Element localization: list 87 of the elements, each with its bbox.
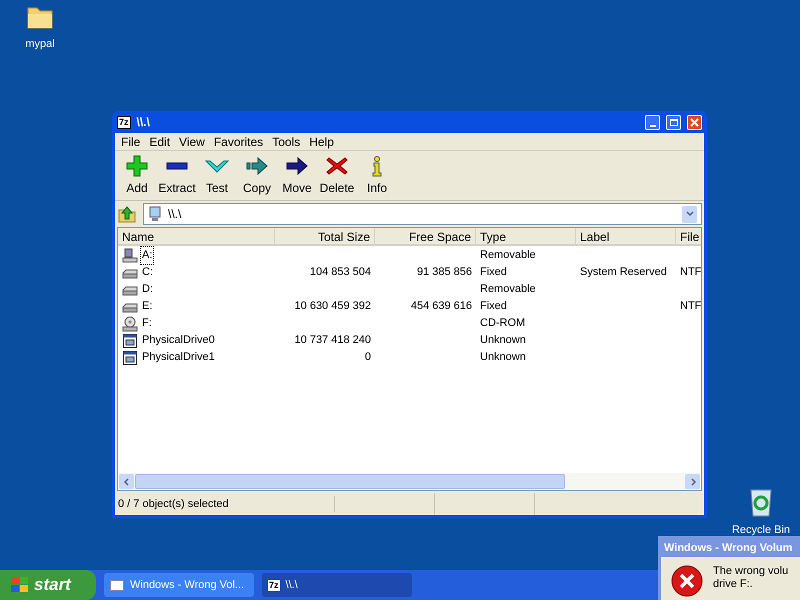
window-icon — [110, 580, 124, 590]
address-field[interactable]: \\.\ — [143, 203, 702, 225]
table-row[interactable]: C: 104 853 504 91 385 856 Fixed System Reserved NTF — [118, 264, 701, 281]
disk-window-icon — [122, 350, 138, 366]
table-cell: NTF — [680, 300, 701, 312]
table-row[interactable]: F: CD-ROM — [118, 315, 701, 332]
cd-drive-icon — [122, 316, 138, 332]
table-cell: 104 853 504 — [310, 266, 371, 278]
menu-item[interactable]: Favorites — [210, 132, 268, 150]
scroll-right-button[interactable] — [685, 474, 700, 489]
chevron-right-icon — [690, 478, 696, 486]
toolbar-button[interactable]: Add — [117, 155, 157, 200]
desktop-icon-label: Recycle Bin — [732, 523, 790, 538]
menu-item[interactable]: View — [175, 132, 209, 150]
drive-name: F: — [141, 316, 153, 332]
taskbar-button[interactable]: Windows - Wrong Vol... — [104, 573, 254, 597]
toolbar-button[interactable]: Test — [197, 155, 237, 200]
dropdown-button[interactable] — [682, 206, 697, 222]
table-row[interactable]: D: Removable — [118, 281, 701, 298]
drive-name: E: — [141, 299, 154, 314]
chevron-left-icon — [124, 478, 130, 486]
scroll-left-button[interactable] — [119, 474, 134, 489]
folder-up-icon[interactable] — [117, 204, 137, 224]
close-button[interactable] — [687, 114, 702, 130]
table-cell: System Reserved — [580, 266, 667, 278]
drive-name: A: — [140, 246, 154, 265]
table-cell: 454 639 616 — [410, 300, 472, 312]
menu-item[interactable]: File — [117, 132, 144, 150]
table-cell: Removable — [480, 249, 536, 262]
computer-icon — [148, 206, 162, 222]
column-header[interactable]: Label — [576, 228, 676, 244]
dialog-title: Windows - Wrong Volum — [664, 540, 792, 556]
menu-item[interactable]: Edit — [145, 132, 174, 150]
plus-icon — [125, 155, 149, 177]
column-header[interactable]: Total Size — [275, 228, 375, 244]
error-icon — [671, 565, 703, 597]
toolbar-button[interactable]: Move — [277, 155, 317, 200]
column-header[interactable]: Type — [476, 228, 576, 244]
taskbar-button[interactable]: 7z \\.\ — [262, 573, 412, 597]
table-row[interactable]: E: 10 630 459 392 454 639 616 Fixed NTF — [118, 298, 701, 315]
app-icon: 7z — [268, 580, 280, 590]
toolbar-button[interactable]: Extract — [157, 155, 197, 200]
horizontal-scrollbar[interactable] — [118, 473, 701, 490]
window-title: \\.\ — [136, 114, 151, 131]
minimize-button[interactable] — [645, 114, 660, 130]
column-header[interactable]: File — [676, 228, 701, 244]
start-button[interactable]: start — [0, 570, 96, 600]
table-cell: 10 630 459 392 — [294, 300, 371, 312]
scroll-thumb[interactable] — [135, 474, 565, 489]
table-cell: 91 385 856 — [416, 266, 472, 278]
menu-item[interactable]: Help — [305, 132, 338, 150]
app-icon: 7z — [117, 116, 131, 128]
drive-name: PhysicalDrive0 — [141, 333, 216, 348]
floppy-drive-icon — [122, 248, 138, 264]
windows-flag-icon — [10, 576, 30, 594]
table-cell: Fixed — [480, 266, 507, 278]
table-cell: Removable — [480, 283, 536, 296]
arrow-icon — [285, 155, 309, 177]
table-cell: 10 737 418 240 — [294, 334, 371, 346]
drive-name: C: — [141, 265, 154, 280]
toolbar-button[interactable]: Delete — [317, 155, 357, 200]
drive-name: PhysicalDrive1 — [141, 350, 216, 366]
table-row[interactable]: PhysicalDrive1 0 Unknown — [118, 349, 701, 366]
table-cell: CD-ROM — [480, 317, 526, 330]
table-cell: NTF — [680, 266, 701, 278]
table-row[interactable]: A: Removable — [118, 247, 701, 264]
toolbar-button[interactable]: Info — [357, 155, 397, 200]
menu-item[interactable]: Tools — [268, 132, 304, 150]
table-cell: 0 — [364, 351, 371, 364]
dialog-message: drive F:. — [713, 578, 754, 591]
toolbar-button[interactable]: Copy — [237, 155, 277, 200]
arrow-icon — [245, 155, 269, 177]
dialog-message: The wrong volu — [713, 565, 788, 578]
chevron-down-icon — [686, 211, 694, 217]
close-icon — [690, 118, 699, 126]
table-row[interactable]: PhysicalDrive0 10 737 418 240 Unknown — [118, 332, 701, 349]
status-text: 0 / 7 object(s) selected — [115, 496, 335, 512]
table-cell: Fixed — [480, 300, 507, 312]
table-cell: Unknown — [480, 351, 526, 364]
table-cell: Unknown — [480, 334, 526, 346]
desktop-icon-label: mypal — [25, 37, 55, 52]
column-header[interactable]: Name — [118, 228, 275, 244]
maximize-button[interactable] — [666, 114, 681, 130]
delete-icon — [325, 155, 349, 177]
drive-name: D: — [141, 282, 154, 298]
column-header[interactable]: Free Space — [375, 228, 476, 244]
disk-window-icon — [122, 332, 138, 348]
